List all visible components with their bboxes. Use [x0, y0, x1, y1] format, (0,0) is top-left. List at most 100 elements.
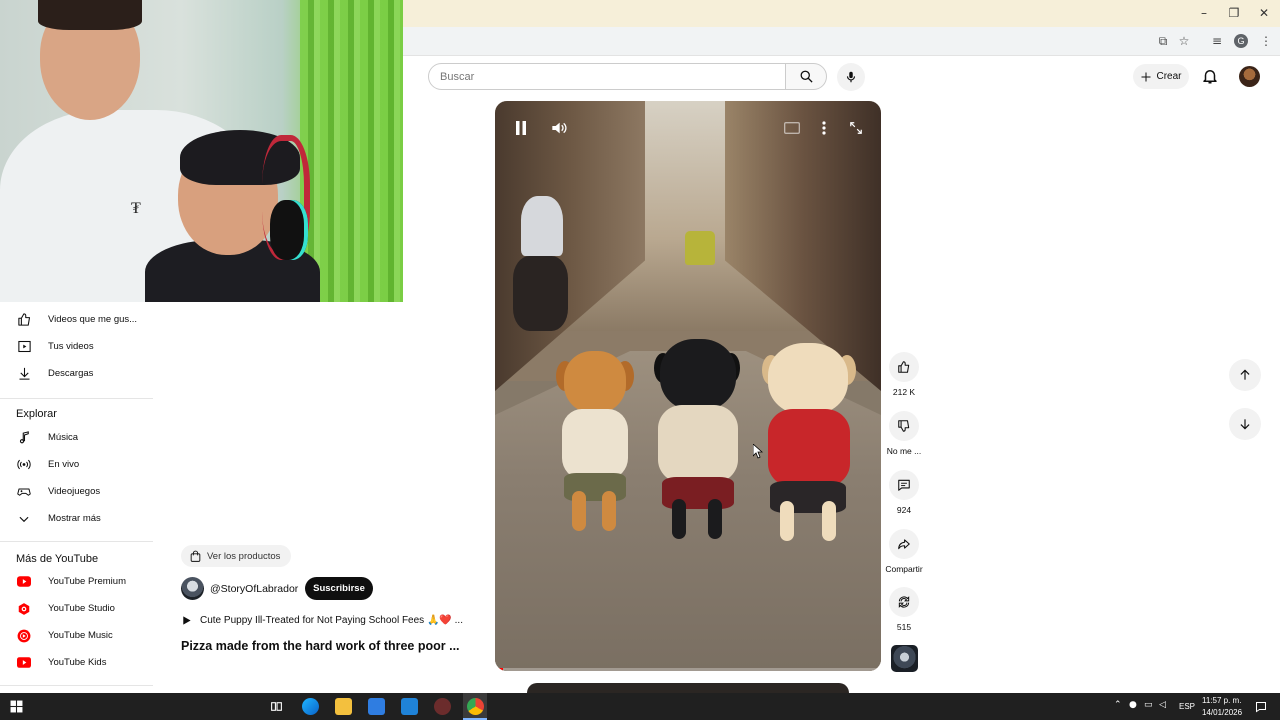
thumb-up-icon	[898, 361, 910, 373]
edge-browser-icon[interactable]	[302, 698, 319, 715]
sidebar-item-youtube-music[interactable]: YouTube Music	[0, 622, 153, 649]
search-input[interactable]	[428, 63, 786, 90]
video-progress-fill	[495, 668, 503, 671]
sidebar-item-gaming[interactable]: Videojuegos	[0, 478, 153, 505]
rickshaw	[685, 231, 715, 265]
remix-count: 515	[896, 622, 912, 632]
mail-icon[interactable]	[401, 698, 418, 715]
previous-short-button[interactable]	[1229, 359, 1261, 391]
file-explorer-icon[interactable]	[335, 698, 352, 715]
view-products-chip[interactable]: Ver los productos	[181, 545, 291, 567]
more-vert-icon	[822, 121, 826, 135]
microsoft-store-icon[interactable]	[368, 698, 385, 715]
bookmark-star-icon[interactable]: ☆	[1176, 33, 1192, 49]
youtube-premium-icon	[16, 574, 32, 590]
sidebar-item-youtube-studio[interactable]: YouTube Studio	[0, 595, 153, 622]
youtube-music-icon	[16, 628, 32, 644]
windows-start-icon[interactable]	[8, 698, 25, 715]
thumb-up-icon	[16, 312, 32, 328]
download-icon	[16, 366, 32, 382]
sidebar-item-your-videos[interactable]: Tus videos	[0, 333, 153, 360]
input-language[interactable]: ESP	[1179, 702, 1195, 711]
playlist-link[interactable]: Cute Puppy Ill-Treated for Not Paying Sc…	[181, 612, 481, 628]
sidebar-item-live[interactable]: En vivo	[0, 451, 153, 478]
arrow-up-icon	[1240, 369, 1250, 380]
chrome-browser-icon[interactable]	[467, 698, 484, 715]
pause-button[interactable]	[512, 119, 530, 137]
browser-profile-icon[interactable]: G	[1234, 34, 1248, 48]
create-button[interactable]: Crear	[1133, 64, 1189, 89]
notifications-bell-icon[interactable]	[1201, 67, 1219, 85]
sound-thumbnail[interactable]	[891, 645, 918, 672]
microphone-tray-icon[interactable]: ●	[1129, 700, 1137, 710]
close-icon[interactable]: ✕	[1254, 6, 1274, 20]
puppy-cream	[760, 343, 860, 543]
channel-name[interactable]: @StoryOfLabrador	[210, 583, 298, 595]
restore-icon[interactable]: ❐	[1224, 6, 1244, 20]
sidebar-item-downloads[interactable]: Descargas	[0, 360, 153, 387]
share-icon	[898, 539, 910, 550]
chevron-down-icon	[16, 511, 32, 527]
subscribe-button[interactable]: Suscribirse	[305, 577, 373, 600]
gamepad-icon	[16, 484, 32, 500]
fullscreen-button[interactable]	[847, 119, 865, 137]
comments-button[interactable]	[889, 470, 919, 500]
task-view-icon[interactable]	[268, 698, 285, 715]
browser-menu-icon[interactable]: ⋮	[1258, 33, 1274, 49]
search-button[interactable]	[785, 63, 827, 90]
music-note-icon	[16, 430, 32, 446]
green-curtain	[300, 0, 403, 302]
install-app-icon[interactable]: ⧉	[1155, 33, 1171, 49]
search-icon	[800, 70, 813, 83]
video-progress-bar[interactable]	[495, 668, 881, 671]
sidebar-item-music[interactable]: Música	[0, 424, 153, 451]
sidebar-divider	[0, 685, 153, 686]
speaker-icon[interactable]: ◁	[1159, 700, 1166, 710]
video-title[interactable]: Pizza made from the hard work of three p…	[181, 639, 460, 653]
like-button[interactable]	[889, 352, 919, 382]
channel-avatar[interactable]	[181, 577, 204, 600]
sidebar-divider	[0, 398, 153, 399]
puppy-tan	[550, 351, 640, 531]
network-icon[interactable]: ▭	[1144, 700, 1153, 710]
pause-icon	[516, 121, 526, 135]
sidebar-item-youtube-kids[interactable]: YouTube Kids	[0, 649, 153, 676]
recording-app-icon[interactable]	[434, 698, 451, 715]
short-video-player[interactable]	[495, 101, 881, 671]
clock-time[interactable]: 11:57 p. m.	[1202, 696, 1241, 705]
clock-date[interactable]: 14/01/2026	[1202, 708, 1242, 717]
fullscreen-icon	[850, 122, 862, 134]
sidebar-item-liked-videos[interactable]: Videos que me gus...	[0, 306, 153, 333]
notification-center-icon[interactable]	[1252, 698, 1269, 715]
sidebar-divider	[0, 541, 153, 542]
minimize-icon[interactable]: –	[1194, 6, 1214, 20]
shopping-bag-icon	[190, 550, 201, 562]
sidebar-item-show-more[interactable]: Mostrar más	[0, 505, 153, 532]
youtube-studio-icon	[16, 601, 32, 617]
next-short-button[interactable]	[1229, 408, 1261, 440]
shirt-logo: ₮	[131, 198, 141, 217]
play-square-icon	[16, 339, 32, 355]
volume-icon	[552, 122, 567, 134]
share-label: Compartir	[885, 564, 923, 574]
account-avatar[interactable]	[1239, 66, 1260, 87]
sidebar-item-youtube-premium[interactable]: YouTube Premium	[0, 568, 153, 595]
voice-search-button[interactable]	[837, 63, 865, 91]
comment-icon	[898, 479, 910, 491]
dislike-label: No me ...	[886, 446, 922, 456]
next-short-preview[interactable]	[527, 683, 849, 693]
playlist-title: Cute Puppy Ill-Treated for Not Paying Sc…	[200, 614, 463, 626]
dislike-button[interactable]	[889, 411, 919, 441]
media-controls-icon[interactable]: ≡	[1209, 33, 1225, 49]
windows-taskbar	[0, 693, 1280, 720]
plus-icon	[1141, 72, 1151, 81]
tray-chevron-icon[interactable]: ⌃	[1114, 700, 1122, 710]
search-bar	[428, 63, 827, 90]
remix-icon	[898, 596, 910, 608]
more-from-youtube-heading: Más de YouTube	[16, 553, 99, 565]
captions-button[interactable]	[783, 119, 801, 137]
more-options-button[interactable]	[815, 119, 833, 137]
volume-button[interactable]	[550, 119, 568, 137]
share-button[interactable]	[889, 529, 919, 559]
remix-button[interactable]	[889, 587, 919, 617]
